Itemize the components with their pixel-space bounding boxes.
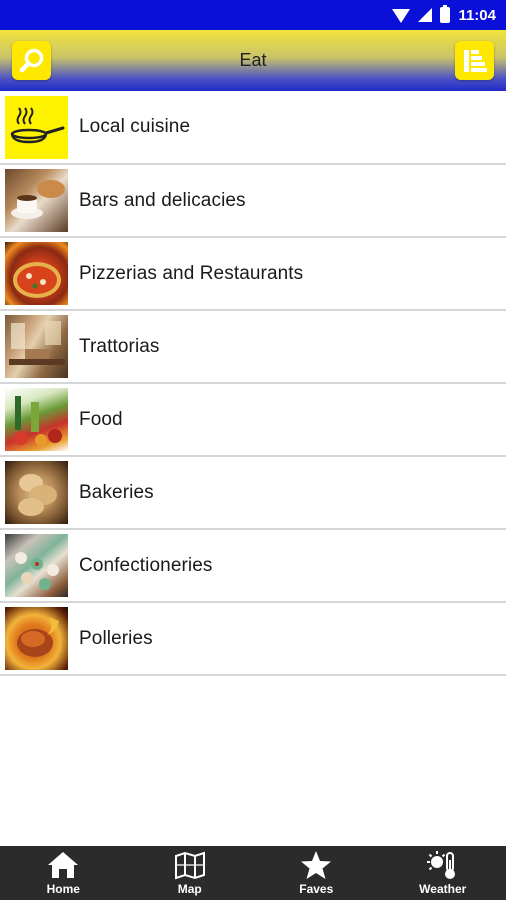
bottom-nav: Home Map Faves Weather <box>0 846 506 900</box>
list-item-label: Bakeries <box>79 481 154 503</box>
screen: 11:04 Eat Local cuisine Bars and delicac… <box>0 0 506 900</box>
list-sort-icon <box>463 49 487 72</box>
list-item-trattorias[interactable]: Trattorias <box>0 311 506 384</box>
nav-map-label: Map <box>177 882 202 896</box>
list-item-label: Confectioneries <box>79 554 213 576</box>
weather-icon <box>426 851 455 879</box>
list-item-label: Polleries <box>79 627 153 649</box>
list-item-bakeries[interactable]: Bakeries <box>0 457 506 530</box>
nav-weather[interactable]: Weather <box>380 846 506 900</box>
coffee-pastry-photo <box>5 169 68 232</box>
wifi-icon <box>392 9 411 23</box>
trattoria-interior-photo <box>5 315 68 378</box>
home-icon <box>48 852 79 878</box>
nav-home-label: Home <box>46 882 80 896</box>
status-bar: 11:04 <box>0 0 506 30</box>
list-item-label: Local cuisine <box>79 116 191 137</box>
list-item-label: Pizzerias and Restaurants <box>79 262 304 284</box>
list-item-label: Food <box>79 408 123 430</box>
star-icon <box>301 851 332 879</box>
map-icon <box>174 851 205 880</box>
category-list: Local cuisine Bars and delicacies Pizzer… <box>0 91 506 676</box>
search-icon <box>19 48 43 72</box>
list-item-polleries[interactable]: Polleries <box>0 603 506 676</box>
app-bar: Eat <box>0 30 506 91</box>
list-item-confectioneries[interactable]: Confectioneries <box>0 530 506 603</box>
list-item-label: Trattorias <box>79 335 160 357</box>
list-sort-button[interactable] <box>455 41 494 80</box>
nav-weather-label: Weather <box>419 882 467 896</box>
list-item-food[interactable]: Food <box>0 384 506 457</box>
roast-chicken-photo <box>5 607 68 670</box>
battery-icon <box>440 5 451 23</box>
list-item-bars[interactable]: Bars and delicacies <box>0 165 506 238</box>
nav-faves[interactable]: Faves <box>253 846 380 900</box>
groceries-photo <box>5 388 68 451</box>
bread-photo <box>5 461 68 524</box>
frying-pan-icon <box>5 95 68 159</box>
list-item-pizzerias[interactable]: Pizzerias and Restaurants <box>0 238 506 311</box>
nav-faves-label: Faves <box>299 882 334 896</box>
nav-home[interactable]: Home <box>0 846 127 900</box>
page-title: Eat <box>239 50 267 70</box>
list-item-label: Bars and delicacies <box>79 189 246 211</box>
signal-icon <box>418 8 433 22</box>
search-button[interactable] <box>12 41 51 80</box>
status-time: 11:04 <box>458 6 496 24</box>
nav-map[interactable]: Map <box>127 846 254 900</box>
pizza-photo <box>5 242 68 305</box>
pastries-photo <box>5 534 68 597</box>
list-item-local-cuisine[interactable]: Local cuisine <box>0 91 506 165</box>
